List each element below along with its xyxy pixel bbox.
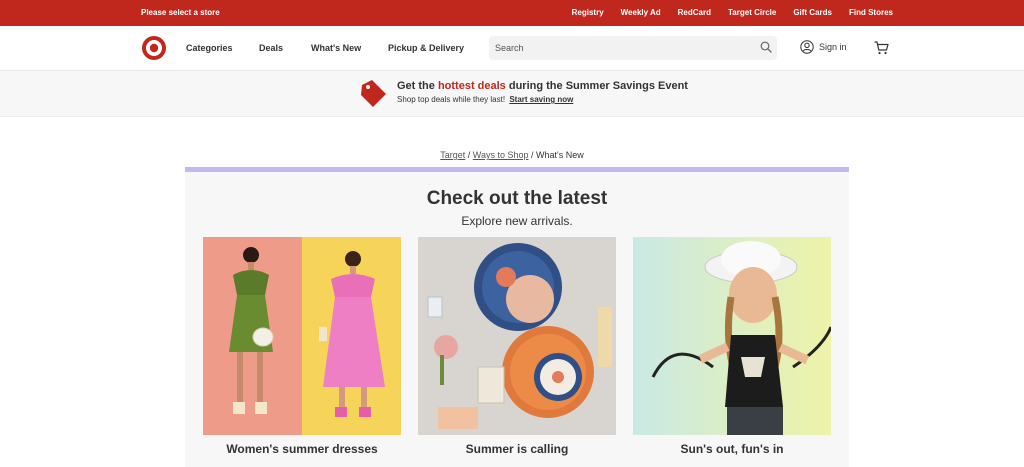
signin-label: Sign in — [819, 42, 847, 52]
card-title[interactable]: Summer is calling — [418, 442, 616, 456]
page-title: Check out the latest — [426, 188, 608, 209]
promo-title-highlight: hottest deals — [437, 80, 506, 92]
utility-link-redcard[interactable]: RedCard — [678, 8, 711, 17]
start-saving-link[interactable]: Start saving now — [509, 95, 573, 104]
card-title[interactable]: Women's summer dresses — [203, 442, 401, 456]
main-header: Categories Deals What's New Pickup & Del… — [0, 26, 1024, 71]
dresses-image[interactable] — [203, 237, 401, 435]
summer-tableware-image[interactable] — [418, 237, 616, 435]
search-icon[interactable] — [760, 41, 772, 53]
promo-title: Get the hottest deals during the Summer … — [397, 80, 688, 92]
promo-subtitle-text: Shop top deals while they last! — [397, 95, 506, 104]
utility-links: Registry Weekly Ad RedCard Target Circle… — [555, 8, 893, 17]
cart-icon[interactable] — [874, 41, 889, 55]
page-subtitle: Explore new arrivals. — [461, 214, 573, 228]
search-input[interactable] — [489, 36, 777, 60]
breadcrumb-separator: / — [528, 150, 536, 160]
breadcrumb-current: What's New — [536, 150, 584, 160]
nav-whats-new[interactable]: What's New — [311, 43, 361, 53]
card-title[interactable]: Sun's out, fun's in — [633, 442, 831, 456]
breadcrumb: Target / Ways to Shop / What's New — [0, 150, 1024, 160]
nav-pickup-delivery[interactable]: Pickup & Delivery — [388, 43, 464, 53]
promo-banner: Get the hottest deals during the Summer … — [0, 71, 1024, 117]
breadcrumb-separator: / — [465, 150, 473, 160]
utility-link-registry[interactable]: Registry — [572, 8, 604, 17]
category-card-kids[interactable]: Sun's out, fun's in — [633, 237, 831, 456]
promo-title-start: Get the — [397, 80, 438, 92]
utility-link-target-circle[interactable]: Target Circle — [728, 8, 776, 17]
user-icon — [800, 40, 814, 54]
promo-subtitle: Shop top deals while they last! Start sa… — [397, 95, 573, 104]
utility-link-weekly-ad[interactable]: Weekly Ad — [621, 8, 661, 17]
nav-deals[interactable]: Deals — [259, 43, 283, 53]
signin-button[interactable]: Sign in — [800, 40, 847, 54]
price-tag-icon — [361, 80, 386, 107]
target-logo-icon[interactable] — [142, 36, 166, 60]
breadcrumb-ways-to-shop[interactable]: Ways to Shop — [473, 150, 529, 160]
whats-new-panel: Check out the latest Explore new arrival… — [185, 167, 849, 467]
select-store-link[interactable]: Please select a store — [141, 8, 220, 17]
category-card-summer[interactable]: Summer is calling — [418, 237, 616, 456]
utility-link-gift-cards[interactable]: Gift Cards — [793, 8, 832, 17]
promo-title-end: during the Summer Savings Event — [505, 80, 688, 92]
kids-summer-image[interactable] — [633, 237, 831, 435]
utility-link-find-stores[interactable]: Find Stores — [849, 8, 893, 17]
nav-categories[interactable]: Categories — [186, 43, 233, 53]
category-card-dresses[interactable]: Women's summer dresses — [203, 237, 401, 456]
utility-bar: Please select a store Registry Weekly Ad… — [0, 0, 1024, 26]
breadcrumb-target[interactable]: Target — [440, 150, 465, 160]
